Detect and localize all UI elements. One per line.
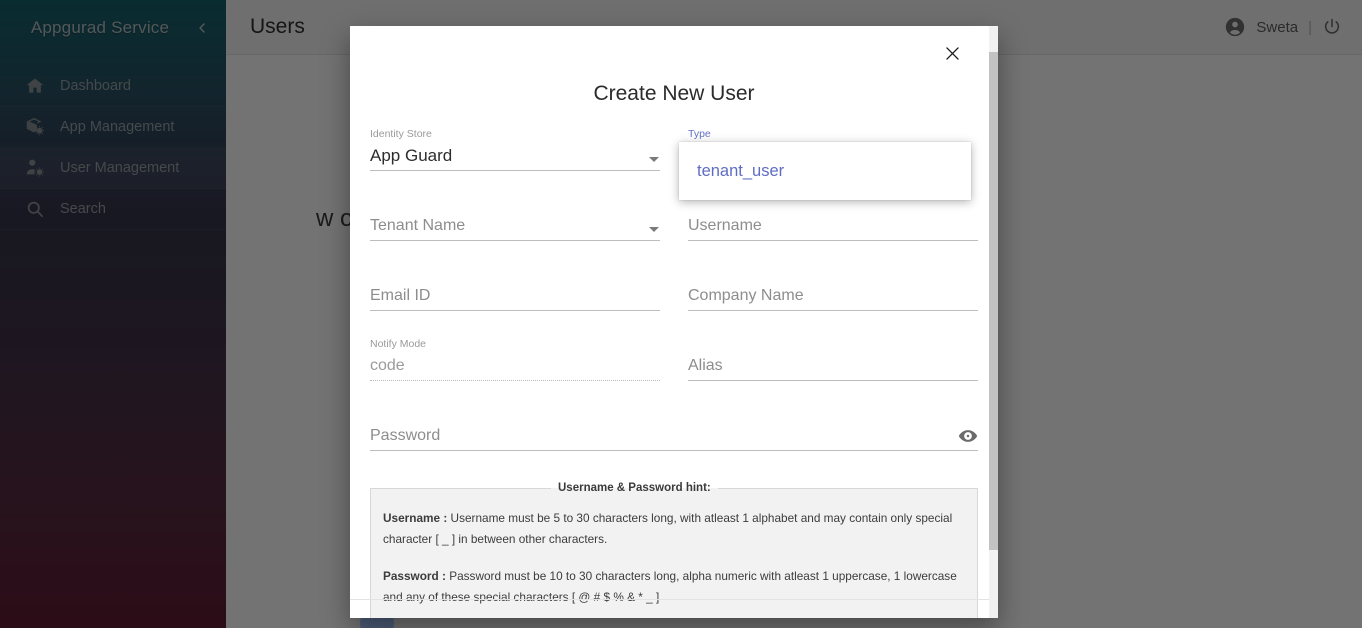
alias-field: Alias bbox=[688, 338, 978, 408]
password-label bbox=[370, 408, 978, 421]
form-row-4: Notify Mode code Alias bbox=[370, 338, 978, 408]
form-row-2: Tenant Name Username bbox=[370, 198, 978, 268]
username-hint-text: Username : Username must be 5 to 30 char… bbox=[383, 508, 965, 550]
modal-footer-divider bbox=[350, 599, 998, 600]
modal-title: Create New User bbox=[593, 82, 755, 105]
modal-scrollbar-thumb[interactable] bbox=[989, 52, 998, 550]
alias-label bbox=[688, 338, 978, 351]
type-option-tenant-user[interactable]: tenant_user bbox=[679, 150, 971, 192]
eye-icon[interactable] bbox=[958, 426, 978, 446]
hint-section: Username & Password hint: Username : Use… bbox=[350, 478, 998, 618]
identity-store-select[interactable]: App Guard bbox=[370, 141, 660, 171]
password-hint-text: Password : Password must be 10 to 30 cha… bbox=[383, 566, 965, 608]
alias-placeholder: Alias bbox=[688, 357, 723, 374]
identity-store-value: App Guard bbox=[370, 146, 453, 165]
hint-legend: Username & Password hint: bbox=[558, 482, 711, 494]
company-name-input[interactable]: Company Name bbox=[688, 281, 978, 311]
close-icon bbox=[943, 44, 962, 68]
username-field: Username bbox=[688, 198, 978, 268]
type-dropdown-panel: tenant_user bbox=[679, 142, 971, 200]
username-placeholder: Username bbox=[688, 217, 762, 234]
modal-close-button[interactable] bbox=[936, 40, 968, 72]
form-row-3: Email ID Company Name bbox=[370, 268, 978, 338]
password-hint-title: Password : bbox=[383, 569, 446, 583]
notify-mode-value: code bbox=[370, 357, 405, 374]
notify-mode-input: code bbox=[370, 351, 660, 381]
tenant-name-select[interactable]: Tenant Name bbox=[370, 211, 660, 241]
company-name-label bbox=[688, 268, 978, 281]
app-root: Appgurad Service Dashboard bbox=[0, 0, 1362, 628]
type-label: Type bbox=[688, 128, 711, 140]
password-input[interactable]: Password bbox=[370, 421, 978, 451]
company-name-placeholder: Company Name bbox=[688, 287, 804, 304]
notify-mode-label: Notify Mode bbox=[370, 338, 427, 350]
password-field: Password bbox=[370, 408, 978, 478]
tenant-name-field: Tenant Name bbox=[370, 198, 660, 268]
company-name-field: Company Name bbox=[688, 268, 978, 338]
email-id-label bbox=[370, 268, 660, 281]
username-password-hint-box: Username & Password hint: Username : Use… bbox=[370, 482, 978, 618]
username-input[interactable]: Username bbox=[688, 211, 978, 241]
email-id-input[interactable]: Email ID bbox=[370, 281, 660, 311]
email-id-field: Email ID bbox=[370, 268, 660, 338]
identity-store-label: Identity Store bbox=[370, 128, 432, 140]
chevron-down-icon[interactable] bbox=[649, 157, 659, 162]
password-placeholder: Password bbox=[370, 427, 441, 444]
create-new-user-modal: Create New User Identity Store App Guard… bbox=[350, 26, 998, 618]
email-id-placeholder: Email ID bbox=[370, 287, 431, 304]
tenant-name-label bbox=[370, 198, 660, 211]
username-hint-title: Username : bbox=[383, 511, 448, 525]
username-hint-body: Username must be 5 to 30 characters long… bbox=[383, 511, 953, 546]
form-row-5: Password bbox=[370, 408, 978, 478]
chevron-down-icon[interactable] bbox=[649, 227, 659, 232]
identity-store-field: Identity Store App Guard bbox=[370, 128, 660, 198]
alias-input[interactable]: Alias bbox=[688, 351, 978, 381]
tenant-name-placeholder: Tenant Name bbox=[370, 217, 466, 234]
notify-mode-field: Notify Mode code bbox=[370, 338, 660, 408]
